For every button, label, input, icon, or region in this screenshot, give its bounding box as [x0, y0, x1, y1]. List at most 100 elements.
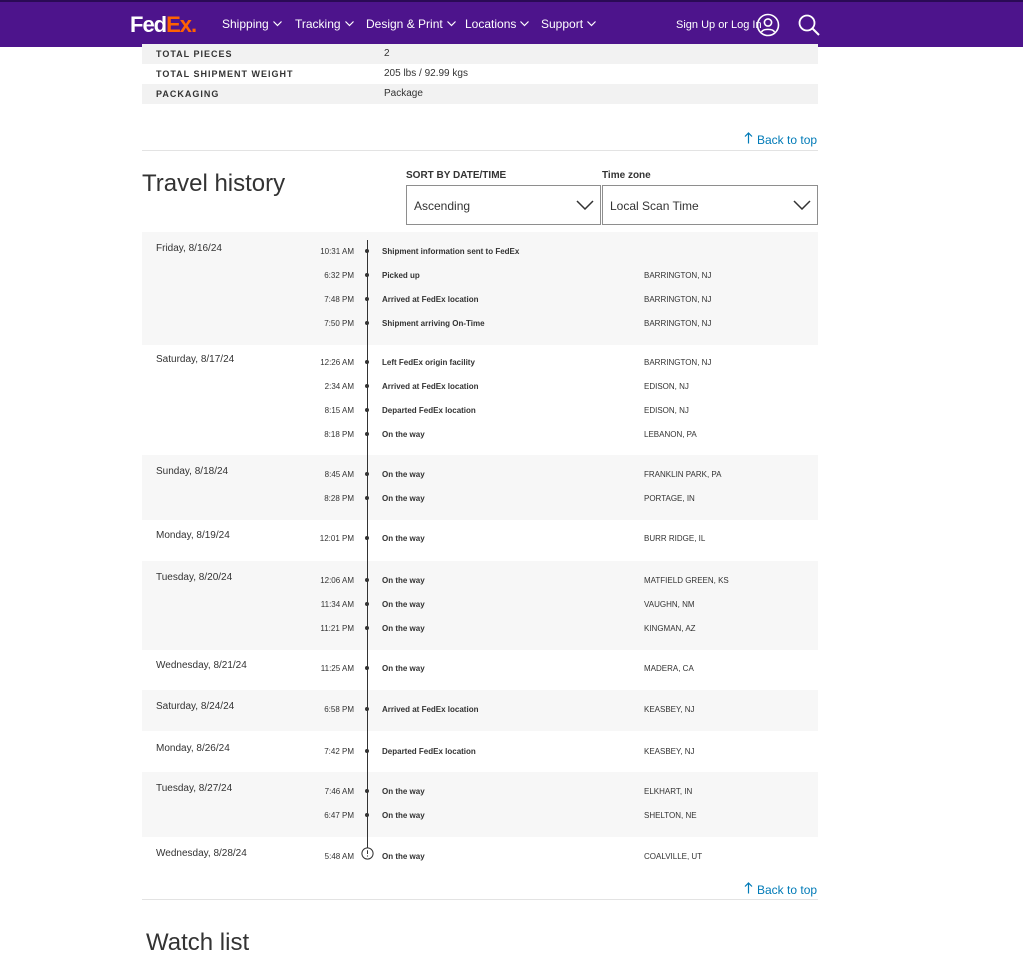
event-status: On the way — [382, 494, 425, 503]
watch-list-title: Watch list — [146, 929, 250, 956]
day-label: Monday, 8/26/24 — [156, 743, 230, 754]
detail-label: TOTAL SHIPMENT WEIGHT — [156, 69, 294, 79]
event-location: MATFIELD GREEN, KS — [644, 576, 729, 585]
detail-label: PACKAGING — [156, 89, 220, 99]
event-location: BURR RIDGE, IL — [644, 534, 706, 543]
divider — [142, 899, 818, 900]
sort-select[interactable]: Ascending — [406, 185, 601, 225]
event-time: 5:48 AM — [324, 852, 354, 861]
back-to-top-label: Back to top — [757, 883, 818, 897]
nav-design-print[interactable]: Design & Print — [366, 17, 456, 31]
event-location: KINGMAN, AZ — [644, 624, 696, 633]
nav-locations-label: Locations — [465, 17, 517, 31]
event-status: On the way — [382, 600, 425, 609]
detail-row-total-weight: TOTAL SHIPMENT WEIGHT 205 lbs / 92.99 kg… — [142, 64, 818, 84]
event-location: KEASBEY, NJ — [644, 705, 695, 714]
detail-row-total-pieces: TOTAL PIECES 2 — [142, 44, 818, 64]
event-status: Picked up — [382, 271, 420, 280]
nav-shipping[interactable]: Shipping — [222, 17, 282, 31]
day-label: Monday, 8/19/24 — [156, 530, 230, 541]
back-to-top-link[interactable]: Back to top — [744, 882, 817, 897]
event-time: 7:42 PM — [324, 747, 354, 756]
event-status: On the way — [382, 664, 425, 673]
day-label: Saturday, 8/24/24 — [156, 701, 235, 712]
event-status: On the way — [382, 576, 425, 585]
sort-select-value: Ascending — [414, 199, 471, 213]
detail-label: TOTAL PIECES — [156, 49, 233, 59]
event-status: Arrived at FedEx location — [382, 705, 479, 714]
nav-locations[interactable]: Locations — [465, 17, 530, 31]
clock-icon — [361, 847, 374, 860]
fedex-logo[interactable]: FedEx. — [130, 12, 197, 38]
event-time: 8:45 AM — [324, 470, 354, 479]
day-label: Wednesday, 8/28/24 — [156, 848, 247, 859]
timezone-select-value: Local Scan Time — [610, 199, 699, 213]
event-status: Departed FedEx location — [382, 747, 476, 756]
user-account-icon[interactable] — [756, 13, 780, 37]
nav-support[interactable]: Support — [541, 17, 596, 31]
chevron-down-icon — [587, 21, 596, 27]
event-status: On the way — [382, 811, 425, 820]
event-location: FRANKLIN PARK, PA — [644, 470, 722, 479]
event-location: MADERA, CA — [644, 664, 694, 673]
event-time: 7:50 PM — [324, 319, 354, 328]
event-time: 7:46 AM — [324, 787, 354, 796]
travel-day-group: Friday, 8/16/24 10:31 AM Shipment informat… — [142, 232, 818, 345]
event-status: Shipment arriving On-Time — [382, 319, 485, 328]
nav-tracking-label: Tracking — [295, 17, 341, 31]
event-time: 8:15 AM — [324, 406, 354, 415]
day-label: Tuesday, 8/20/24 — [156, 572, 233, 583]
chevron-down-icon — [272, 21, 282, 27]
event-time: 11:21 PM — [320, 624, 354, 633]
travel-day-group: Sunday, 8/18/24 8:45 AM On the way FRANKLIN… — [142, 455, 818, 520]
logo-fed: Fed — [130, 12, 167, 37]
travel-day-group: Saturday, 8/24/24 6:58 PM Arrived at FedEx… — [142, 690, 818, 731]
event-status: Departed FedEx location — [382, 406, 476, 415]
event-status: Shipment information sent to FedEx — [382, 247, 520, 256]
travel-day-group: Tuesday, 8/27/24 7:46 AM On the way ELKHART… — [142, 772, 818, 837]
detail-value: 2 — [384, 48, 390, 59]
day-label: Friday, 8/16/24 — [156, 243, 222, 254]
event-time: 11:25 AM — [320, 664, 354, 673]
event-status: On the way — [382, 470, 425, 479]
event-location: BARRINGTON, NJ — [644, 358, 712, 367]
event-location: BARRINGTON, NJ — [644, 319, 712, 328]
search-icon[interactable] — [797, 13, 821, 37]
travel-day-group: Monday, 8/26/24 7:42 PM Departed FedEx loc… — [142, 732, 818, 773]
event-location: KEASBEY, NJ — [644, 747, 695, 756]
event-location: LEBANON, PA — [644, 430, 697, 439]
chevron-down-icon — [520, 21, 530, 27]
chevron-down-icon — [446, 21, 456, 27]
nav-design-print-label: Design & Print — [366, 17, 443, 31]
day-label: Wednesday, 8/21/24 — [156, 660, 247, 671]
event-location: EDISON, NJ — [644, 382, 689, 391]
event-time: 12:01 PM — [319, 534, 354, 543]
detail-value: 205 lbs / 92.99 kgs — [384, 68, 468, 79]
detail-value: Package — [384, 88, 423, 99]
event-time: 6:32 PM — [324, 271, 354, 280]
detail-row-packaging: PACKAGING Package — [142, 84, 818, 104]
top-nav-bar: FedEx. Shipping Tracking Design & Print … — [0, 0, 1023, 47]
event-status: On the way — [382, 430, 425, 439]
timezone-select[interactable]: Local Scan Time — [602, 185, 818, 225]
event-location: VAUGHN, NM — [644, 600, 695, 609]
event-time: 12:26 AM — [320, 358, 354, 367]
chevron-down-icon — [344, 21, 354, 27]
travel-day-group: Monday, 8/19/24 12:01 PM On the way BURR RI… — [142, 519, 818, 560]
travel-day-group: Tuesday, 8/20/24 12:06 AM On the way MATFIE… — [142, 561, 818, 650]
logo-ex: Ex. — [166, 12, 197, 37]
back-to-top-link[interactable]: Back to top — [744, 132, 817, 147]
day-label: Sunday, 8/18/24 — [156, 466, 229, 477]
day-label: Saturday, 8/17/24 — [156, 354, 235, 365]
nav-tracking[interactable]: Tracking — [295, 17, 354, 31]
event-status: On the way — [382, 852, 425, 861]
event-time: 8:28 PM — [324, 494, 354, 503]
timezone-label: Time zone — [602, 170, 651, 181]
travel-day-group: Wednesday, 8/28/24 5:48 AM On the way COALV… — [142, 837, 818, 878]
event-time: 7:48 PM — [324, 295, 354, 304]
sign-in-link[interactable]: Sign Up or Log In — [676, 19, 762, 31]
travel-day-group: Wednesday, 8/21/24 11:25 AM On the way MADE… — [142, 649, 818, 690]
event-location: SHELTON, NE — [644, 811, 697, 820]
event-status: Arrived at FedEx location — [382, 295, 479, 304]
event-status: Arrived at FedEx location — [382, 382, 479, 391]
